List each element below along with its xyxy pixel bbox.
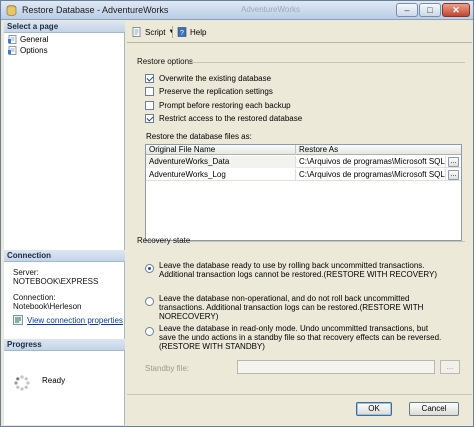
options-page: Script ▼ ? Help Restore options Overwrit… <box>127 21 472 394</box>
checkbox-box[interactable] <box>145 73 154 83</box>
select-page-header: Select a page <box>4 21 125 33</box>
browse-button[interactable]: ... <box>448 170 459 180</box>
script-label: Script <box>145 27 166 37</box>
standby-browse-button[interactable]: ... <box>440 360 460 374</box>
checkbox-label: Preserve the replication settings <box>159 86 273 96</box>
window-title: Restore Database - AdventureWorks <box>22 5 169 15</box>
recovery-option-with-norecovery[interactable]: Leave the database non-operational, and … <box>145 294 444 321</box>
server-label: Server: <box>13 268 39 277</box>
radio-button[interactable] <box>145 264 154 273</box>
cancel-button[interactable]: Cancel <box>409 402 459 416</box>
title-bar[interactable]: Restore Database - AdventureWorks Advent… <box>1 1 473 20</box>
progress-header: Progress <box>4 339 125 351</box>
standby-file-input[interactable] <box>237 360 435 374</box>
radio-button[interactable] <box>145 297 154 306</box>
checkbox-box[interactable] <box>145 100 154 110</box>
divider <box>189 62 465 63</box>
divider <box>189 241 465 242</box>
recovery-option-with-standby[interactable]: Leave the database in read-only mode. Un… <box>145 324 444 351</box>
svg-text:?: ? <box>180 30 184 37</box>
page-item-label: Options <box>20 45 48 55</box>
overwrite-checkbox[interactable]: Overwrite the existing database <box>145 73 271 83</box>
radio-label: Leave the database ready to use by rolli… <box>159 261 438 279</box>
table-row[interactable]: AdventureWorks_Data C:\Arquivos de progr… <box>146 156 461 168</box>
database-icon <box>6 5 17 16</box>
properties-icon <box>13 315 23 325</box>
restrict-access-checkbox[interactable]: Restrict access to the restored database <box>145 113 302 123</box>
view-connection-properties-label: View connection properties <box>27 315 123 325</box>
radio-button[interactable] <box>145 327 154 336</box>
column-header-original-file-name[interactable]: Original File Name <box>146 145 296 155</box>
restore-as-cell[interactable]: C:\Arquivos de programas\Microsoft SQL .… <box>296 169 446 181</box>
page-item-label: General <box>20 34 49 44</box>
standby-file-label: Standby file: <box>145 364 190 373</box>
left-pane: Select a page General Options Connection… <box>4 21 125 425</box>
script-icon <box>132 27 141 37</box>
toolbar-separator <box>172 26 173 38</box>
original-file-cell: AdventureWorks_Data <box>146 156 296 168</box>
checkbox-box[interactable] <box>145 113 154 123</box>
ok-button[interactable]: OK <box>356 402 392 416</box>
page-item-general[interactable]: General <box>8 34 48 44</box>
restore-options-header: Restore options <box>137 57 194 66</box>
prompt-before-restoring-checkbox[interactable]: Prompt before restoring each backup <box>145 100 291 110</box>
connection-label: Connection: <box>13 293 56 302</box>
restore-database-window: Restore Database - AdventureWorks Advent… <box>0 0 474 427</box>
server-value: NOTEBOOK\EXPRESS <box>13 277 99 286</box>
connection-header: Connection <box>4 250 125 262</box>
table-row[interactable]: AdventureWorks_Log C:\Arquivos de progra… <box>146 169 461 181</box>
grid-header: Original File Name Restore As <box>146 145 461 155</box>
toolbar: Script ▼ ? Help <box>127 21 472 43</box>
checkbox-label: Restrict access to the restored database <box>159 113 303 123</box>
column-header-restore-as[interactable]: Restore As <box>296 145 461 155</box>
help-button[interactable]: ? Help <box>177 26 206 38</box>
help-icon: ? <box>177 27 187 37</box>
restore-files-label: Restore the database files as: <box>146 132 252 141</box>
page-icon <box>8 34 17 44</box>
radio-label: Leave the database in read-only mode. Un… <box>159 324 442 351</box>
dialog-footer: OK Cancel <box>127 394 472 425</box>
maximize-button[interactable]: □ <box>419 3 441 17</box>
page-icon <box>8 45 17 55</box>
script-button[interactable]: Script ▼ <box>132 26 174 38</box>
page-item-options[interactable]: Options <box>8 45 48 55</box>
close-button[interactable]: ✕ <box>442 3 470 17</box>
checkbox-box[interactable] <box>145 86 154 96</box>
connection-value: Notebook\Herleson <box>13 302 82 311</box>
help-label: Help <box>190 27 207 37</box>
browse-button[interactable]: ... <box>448 157 459 167</box>
checkbox-label: Prompt before restoring each backup <box>159 100 291 110</box>
preserve-replication-checkbox[interactable]: Preserve the replication settings <box>145 86 273 96</box>
recovery-option-with-recovery[interactable]: Leave the database ready to use by rolli… <box>145 261 444 279</box>
recovery-state-header: Recovery state <box>137 236 191 245</box>
progress-spinner-icon <box>14 375 30 391</box>
restore-files-grid[interactable]: Original File Name Restore As AdventureW… <box>145 144 462 241</box>
minimize-button[interactable]: – <box>396 3 418 17</box>
view-connection-properties-link[interactable]: View connection properties <box>13 315 123 325</box>
restore-as-cell[interactable]: C:\Arquivos de programas\Microsoft SQL .… <box>296 156 446 168</box>
radio-label: Leave the database non-operational, and … <box>159 294 424 321</box>
checkbox-label: Overwrite the existing database <box>159 73 272 83</box>
background-window-title: AdventureWorks <box>241 5 300 14</box>
original-file-cell: AdventureWorks_Log <box>146 169 296 181</box>
progress-status: Ready <box>42 376 66 385</box>
